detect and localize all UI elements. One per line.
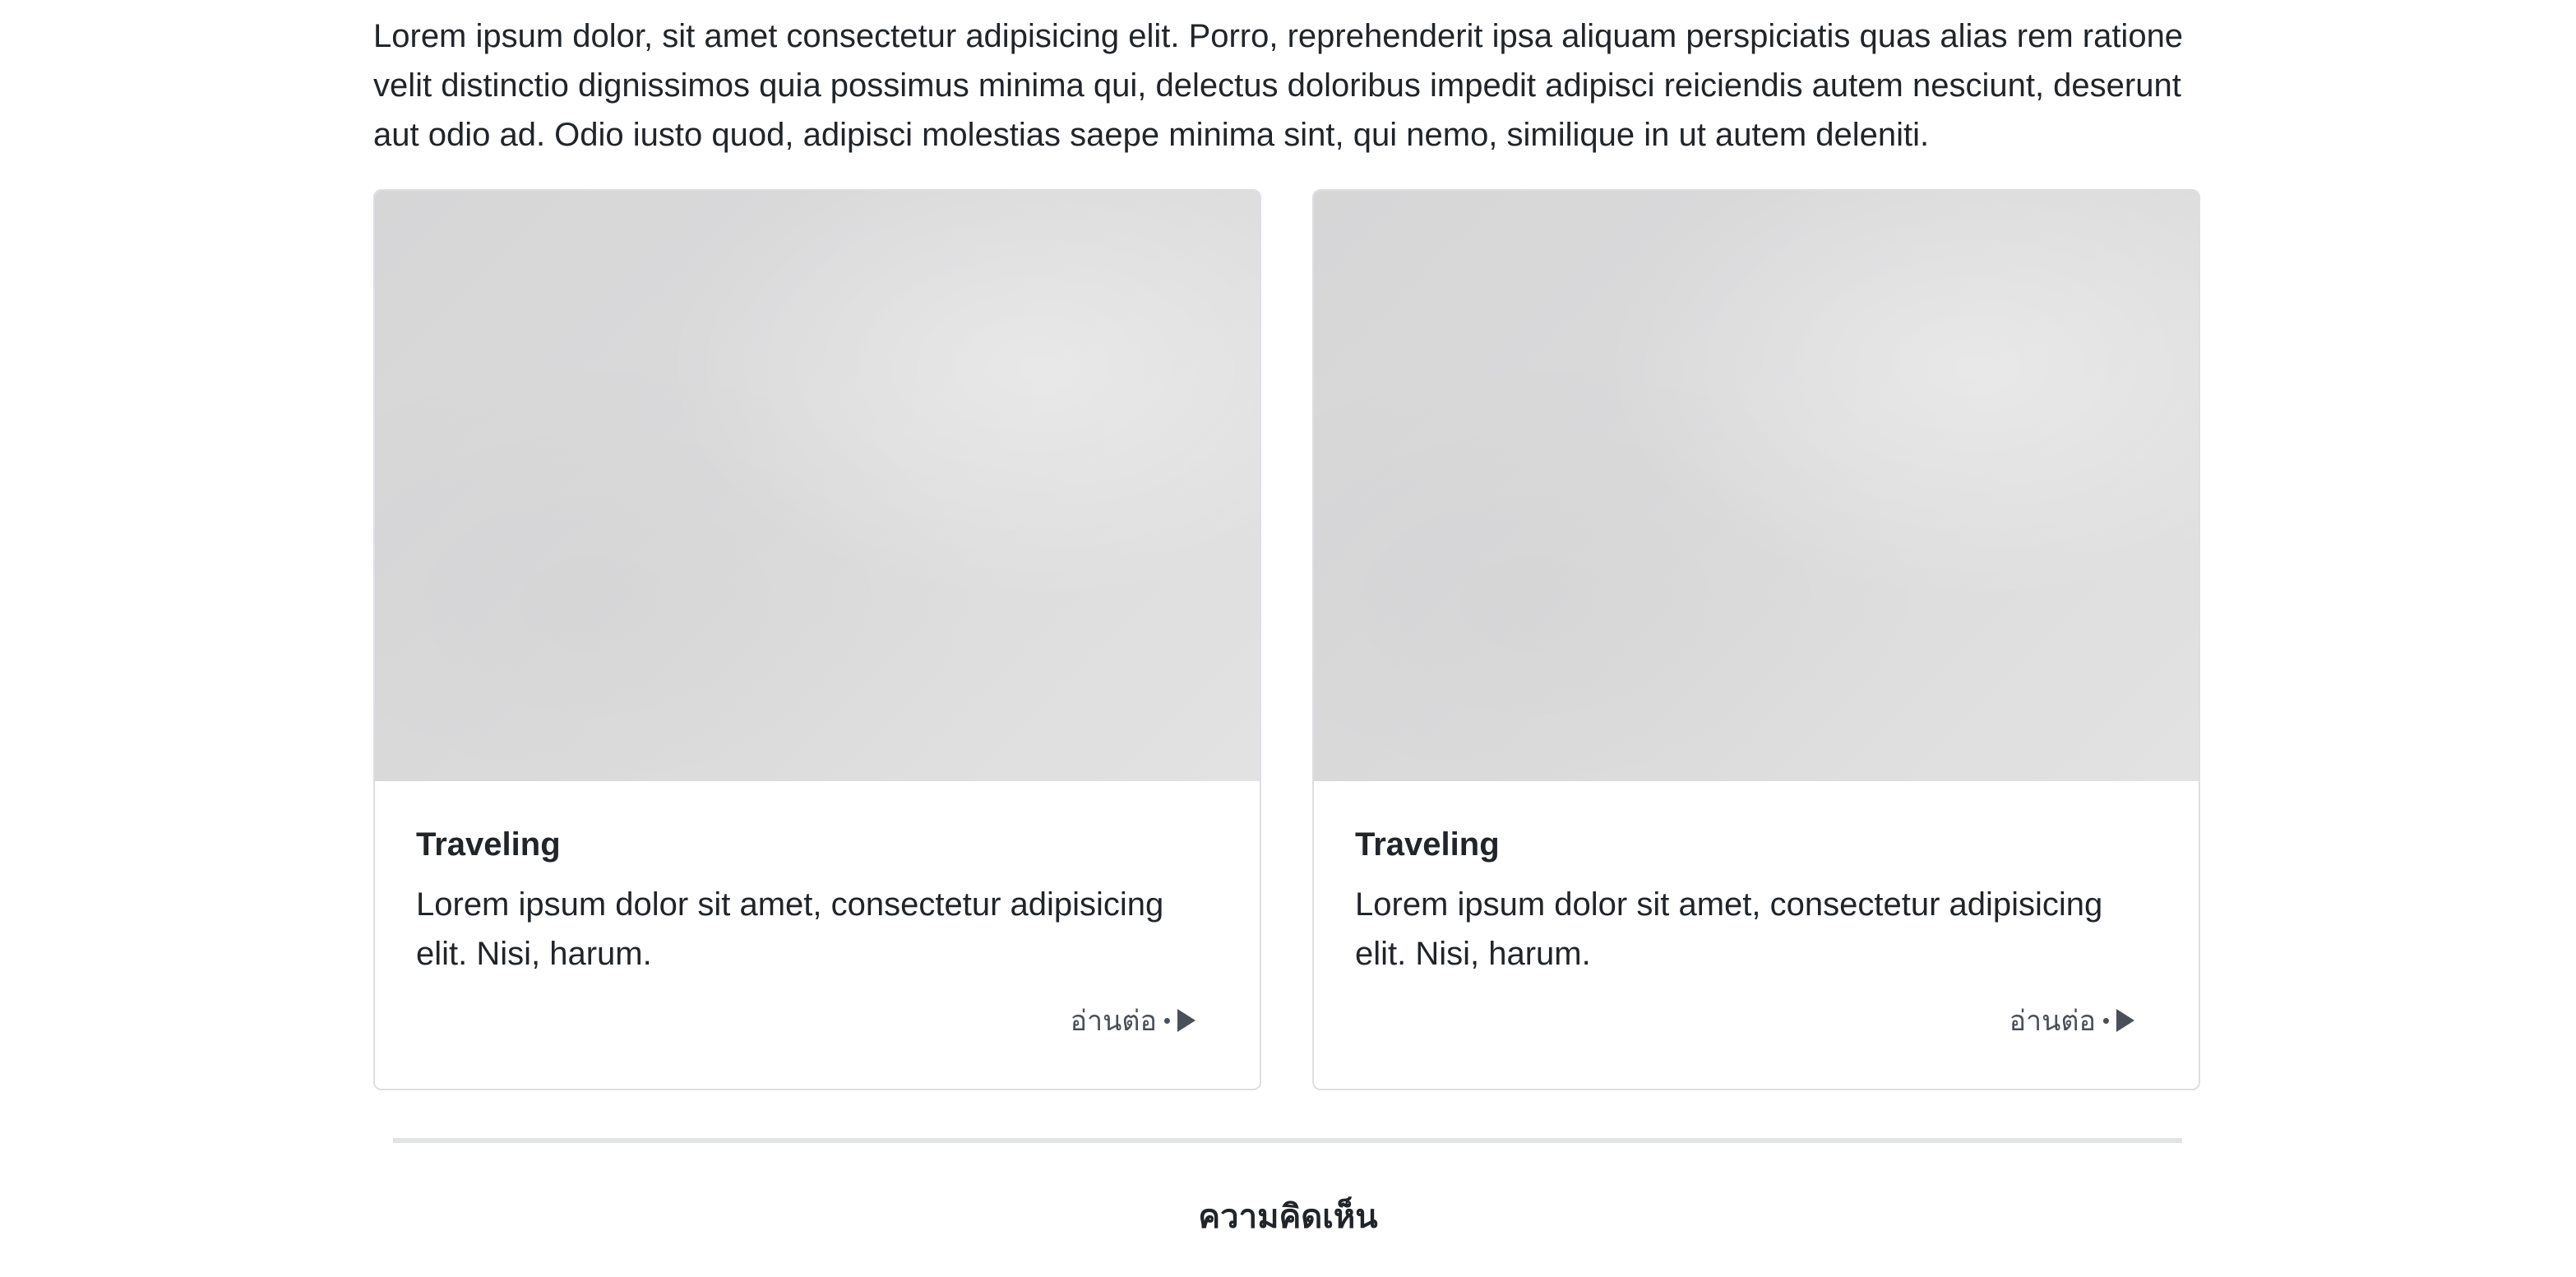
card-image: [1314, 191, 2199, 781]
bullet-separator: •: [1163, 1007, 1171, 1033]
intro-paragraph: Lorem ipsum dolor, sit amet consectetur …: [373, 18, 2184, 153]
read-more-link[interactable]: อ่านต่อ •: [2009, 998, 2134, 1043]
card-text: Lorem ipsum dolor sit amet, consectetur …: [416, 886, 1164, 972]
section-divider: [393, 1138, 2182, 1143]
card-image: [375, 191, 1260, 781]
card-grid: Traveling Lorem ipsum dolor sit amet, co…: [373, 189, 2202, 1092]
card-title: Traveling: [416, 826, 561, 863]
card-text: Lorem ipsum dolor sit amet, consectetur …: [1355, 886, 2103, 972]
content-container: Lorem ipsum dolor, sit amet consectetur …: [373, 0, 2202, 1090]
read-more-label: อ่านต่อ: [1070, 1006, 1157, 1037]
comments-heading: ความคิดเห็น: [1198, 1199, 1378, 1235]
play-icon: [2116, 1009, 2134, 1032]
card: Traveling Lorem ipsum dolor sit amet, co…: [373, 189, 1261, 1090]
card: Traveling Lorem ipsum dolor sit amet, co…: [1312, 189, 2200, 1090]
play-icon: [1177, 1009, 1196, 1032]
card-title: Traveling: [1355, 826, 1500, 863]
read-more-label: อ่านต่อ: [2009, 1006, 2096, 1037]
read-more-link[interactable]: อ่านต่อ •: [1071, 998, 1196, 1043]
card-body: Traveling Lorem ipsum dolor sit amet, co…: [1314, 824, 2199, 979]
bullet-separator: •: [2102, 1007, 2110, 1033]
card-body: Traveling Lorem ipsum dolor sit amet, co…: [375, 824, 1260, 979]
